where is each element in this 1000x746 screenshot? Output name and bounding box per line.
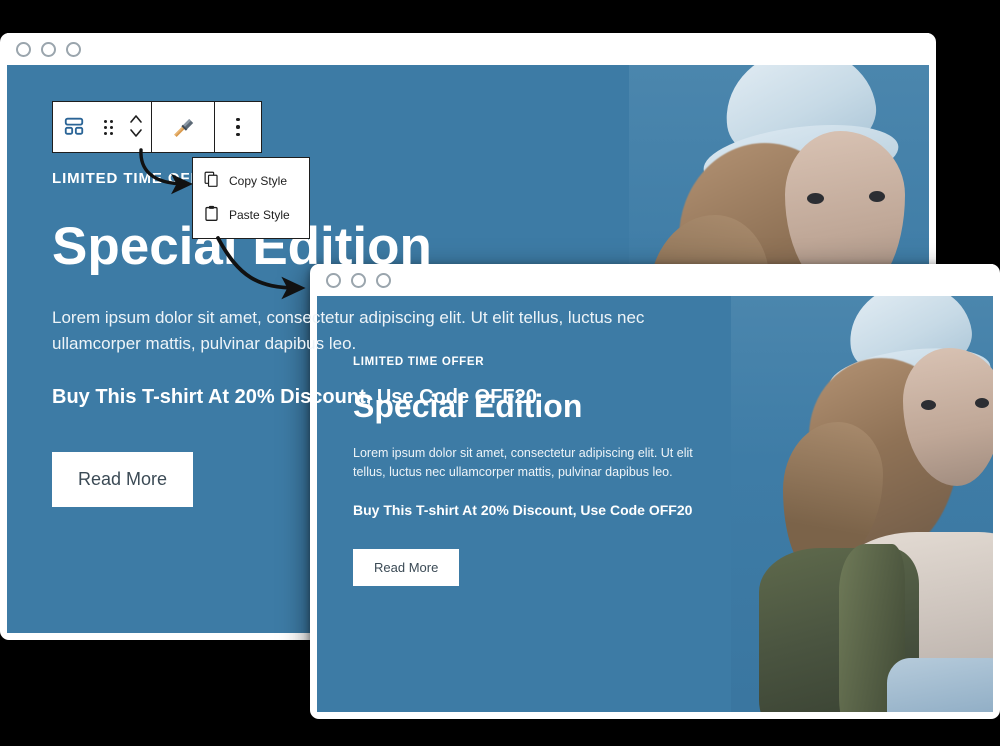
toolbar-group-more <box>214 102 261 152</box>
hero-photo-front <box>731 296 993 712</box>
screenshot-canvas: LIMITED TIME OFFER Special Edition Lorem… <box>0 0 1000 746</box>
model-photo-front <box>731 296 993 712</box>
eye-right <box>869 191 885 202</box>
block-layout-icon <box>63 115 85 140</box>
menu-item-paste-style[interactable]: Paste Style <box>193 198 309 232</box>
copy-icon <box>203 171 220 191</box>
hero-content-front: LIMITED TIME OFFER Special Edition Lorem… <box>353 356 723 586</box>
eye-right <box>975 398 989 408</box>
drag-dots-icon <box>103 119 113 135</box>
hero-banner-front: LIMITED TIME OFFER Special Edition Lorem… <box>317 296 993 712</box>
maximize-dot[interactable] <box>66 41 81 57</box>
hero-title: Special Edition <box>353 388 583 424</box>
read-more-button[interactable]: Read More <box>52 452 194 508</box>
more-options-button[interactable] <box>215 102 261 152</box>
block-toolbar[interactable] <box>52 101 262 153</box>
toolbar-group-block <box>53 102 151 152</box>
hero-title: Special Edition <box>52 217 432 276</box>
hero-eyebrow: LIMITED TIME OFFER <box>353 356 485 368</box>
move-up-down-button[interactable] <box>121 102 151 152</box>
chevron-up-down-icon <box>129 111 143 144</box>
menu-item-copy-style[interactable]: Copy Style <box>193 164 309 198</box>
jeans <box>887 658 993 712</box>
page-viewport-front: LIMITED TIME OFFER Special Edition Lorem… <box>317 296 993 712</box>
hero-eyebrow: LIMITED TIME OFFER <box>52 170 224 187</box>
paintbrush-icon <box>171 114 195 141</box>
close-dot[interactable] <box>16 41 31 57</box>
menu-item-label: Paste Style <box>229 208 290 222</box>
read-more-button[interactable]: Read More <box>353 548 460 586</box>
eye-left <box>921 400 936 410</box>
drag-handle-button[interactable] <box>95 102 121 152</box>
titlebar-back <box>7 33 929 65</box>
hero-offer-text: Buy This T-shirt At 20% Discount, Use Co… <box>353 502 693 519</box>
minimize-dot[interactable] <box>41 41 56 57</box>
hero-paragraph: Lorem ipsum dolor sit amet, consectetur … <box>353 445 693 479</box>
eye-left <box>807 193 824 204</box>
style-dropdown-menu[interactable]: Copy Style Paste Style <box>192 157 310 239</box>
toolbar-group-style <box>151 102 214 152</box>
clipboard-icon <box>203 205 220 225</box>
hero-paragraph: Lorem ipsum dolor sit amet, consectetur … <box>52 307 645 353</box>
copy-paste-styles-button[interactable] <box>152 102 214 152</box>
vertical-ellipsis-icon <box>236 117 240 137</box>
block-type-button[interactable] <box>53 102 95 152</box>
menu-item-label: Copy Style <box>229 174 288 188</box>
